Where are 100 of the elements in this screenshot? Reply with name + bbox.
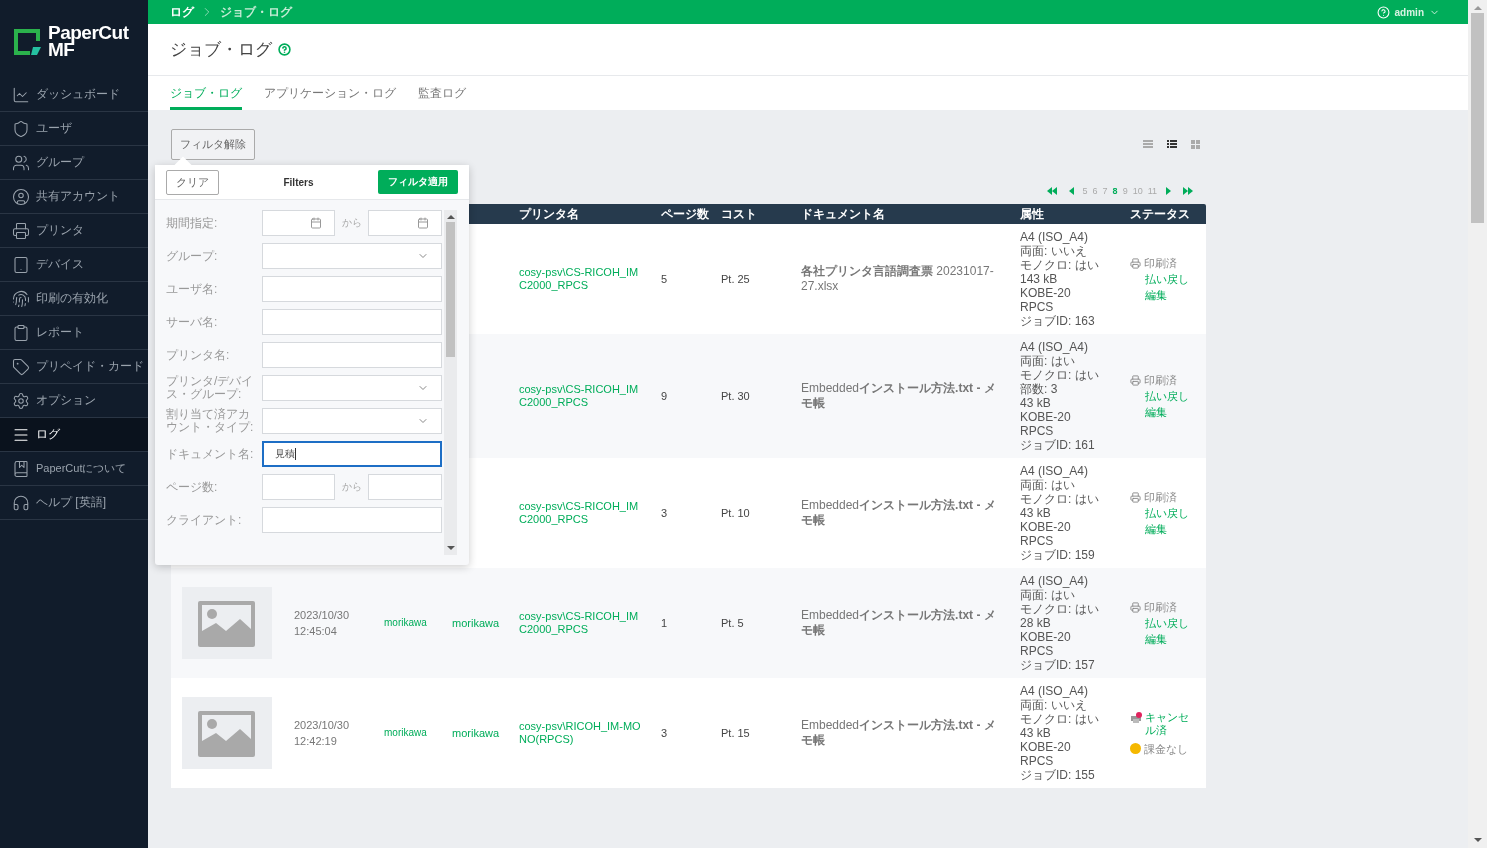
sidebar-item[interactable]: プリンタ [0,214,148,248]
page-link[interactable]: 9 [1122,186,1128,196]
logo-text: PaperCut MF [48,24,129,58]
grid-view-icon[interactable] [1191,140,1200,149]
account-link[interactable]: morikawa [452,726,504,740]
apply-filter-button[interactable]: フィルタ適用 [378,170,458,194]
field-label: クライアント: [166,513,243,527]
action-link[interactable]: 編集 [1145,287,1206,302]
double-triangle-icon[interactable] [1183,186,1193,196]
list-view-icon[interactable] [1167,140,1177,149]
double-triangle-icon[interactable] [1046,186,1057,196]
status-label: 印刷済 [1144,600,1177,614]
action-link[interactable]: 払い戻し [1145,271,1206,286]
sidebar-item[interactable]: ユーザ [0,112,148,146]
field-label: プリンタ/デバイス・グループ: [166,375,255,401]
users-icon [12,153,30,172]
breadcrumb-link[interactable]: ジョブ・ログ [220,3,292,21]
scrollbar[interactable] [444,210,457,555]
sidebar-item[interactable]: 共有アカウント [0,180,148,214]
number-field[interactable] [262,474,335,500]
clear-button[interactable]: クリア [166,169,219,195]
action-link[interactable]: 払い戻し [1145,615,1206,630]
printer-link[interactable]: cosy-psv\CS-RICOH_IMC2000_RPCS [519,266,646,292]
page-link[interactable]: 7 [1102,186,1108,196]
sidebar-item[interactable]: グループ [0,146,148,180]
select-field[interactable] [262,243,442,269]
attributes-cell-text: A4 (ISO_A4) 両面: はい モノクロ: はい 部数: 3 43 kB KOBE-20 RPCS ジョブID: 161 [1019,340,1100,452]
help-icon[interactable] [278,43,291,56]
input-field[interactable] [262,309,442,335]
printer-link[interactable]: cosy-psv\CS-RICOH_IMC2000_RPCS [519,500,646,526]
user-menu[interactable]: admin [1370,4,1446,20]
page-link[interactable]: 10 [1132,186,1143,196]
sidebar-item[interactable]: レポート [0,316,148,350]
select-field[interactable] [262,375,442,401]
date-field[interactable] [368,210,442,236]
sidebar-item[interactable]: PaperCutについて [0,452,148,486]
compact-view-icon[interactable] [1143,140,1153,149]
action-link[interactable]: 編集 [1145,521,1206,536]
triangle-icon[interactable] [1165,186,1172,196]
action-link[interactable]: 払い戻し [1145,505,1206,520]
clipboard-icon [12,323,30,342]
date-cell-text: 2023/10/30 12:42:19 [293,718,351,749]
triangle-icon[interactable] [1067,186,1075,196]
column-header: コスト [720,205,758,223]
user-link[interactable]: morikawa [384,725,437,741]
scroll-up-icon[interactable] [446,214,455,220]
document-cell-text: Embeddedインストール方法.txt - メモ帳 [800,608,997,638]
status-link[interactable]: キャンセル済 [1145,710,1193,737]
input-field[interactable]: 見積 [262,441,442,467]
page-link[interactable]: 8 [1112,186,1118,196]
sidebar-item[interactable]: プリペイド・カード [0,350,148,384]
user-link[interactable]: morikawa [384,615,437,631]
scrollbar-thumb[interactable] [446,222,455,357]
action-link[interactable]: 払い戻し [1145,388,1206,403]
tab[interactable]: 監査ログ [418,76,466,110]
sidebar-item[interactable]: ヘルプ [英語] [0,486,148,520]
action-link[interactable]: 編集 [1145,404,1206,419]
calendar-icon[interactable] [417,217,429,229]
scrollbar-thumb[interactable] [1471,13,1484,223]
action-link[interactable]: 編集 [1145,631,1206,646]
sidebar-item[interactable]: ログ [0,418,148,452]
printer-icon [12,221,30,240]
input-field[interactable] [262,507,442,533]
column-header: ドキュメント名 [800,205,886,223]
status-label: 印刷済 [1144,490,1177,504]
range-separator: から [340,216,363,230]
table-cell-text: Pt. 5 [720,616,745,630]
coin-icon [1130,742,1141,754]
page-link[interactable]: 5 [1082,186,1088,196]
sidebar-item[interactable]: デバイス [0,248,148,282]
page-link[interactable]: 11 [1147,186,1157,196]
printer-icon [1130,374,1141,386]
sidebar-item[interactable]: 印刷の有効化 [0,282,148,316]
tag-icon [12,357,30,376]
printer-link[interactable]: cosy-psv\RICOH_IM-MONO(RPCS) [519,720,646,746]
field-label: ドキュメント名: [166,447,255,461]
scroll-down-icon[interactable] [1473,837,1482,843]
table-cell-text: 3 [660,726,669,740]
tablet-icon [12,255,30,274]
select-field[interactable] [262,408,442,434]
breadcrumb-link[interactable]: ログ [170,3,194,21]
tab[interactable]: ジョブ・ログ [170,76,242,110]
page-link[interactable]: 6 [1092,186,1098,196]
clear-filter-button[interactable]: フィルタ解除 [171,129,255,160]
tab[interactable]: アプリケーション・ログ [264,76,396,110]
scrollbar[interactable] [1468,0,1487,848]
number-field[interactable] [368,474,442,500]
input-field[interactable] [262,276,442,302]
input-field[interactable] [262,342,442,368]
column-header: 属性 [1019,205,1045,223]
calendar-icon[interactable] [310,217,322,229]
printer-link[interactable]: cosy-psv\CS-RICOH_IMC2000_RPCS [519,610,646,636]
scroll-down-icon[interactable] [446,545,455,551]
printer-icon [1130,257,1141,269]
line-chart-icon [12,85,30,104]
date-field[interactable] [262,210,335,236]
printer-link[interactable]: cosy-psv\CS-RICOH_IMC2000_RPCS [519,383,646,409]
table-cell-text: 3 [660,506,669,520]
status-note: 課金なし [1144,742,1188,756]
account-link[interactable]: morikawa [452,616,504,630]
